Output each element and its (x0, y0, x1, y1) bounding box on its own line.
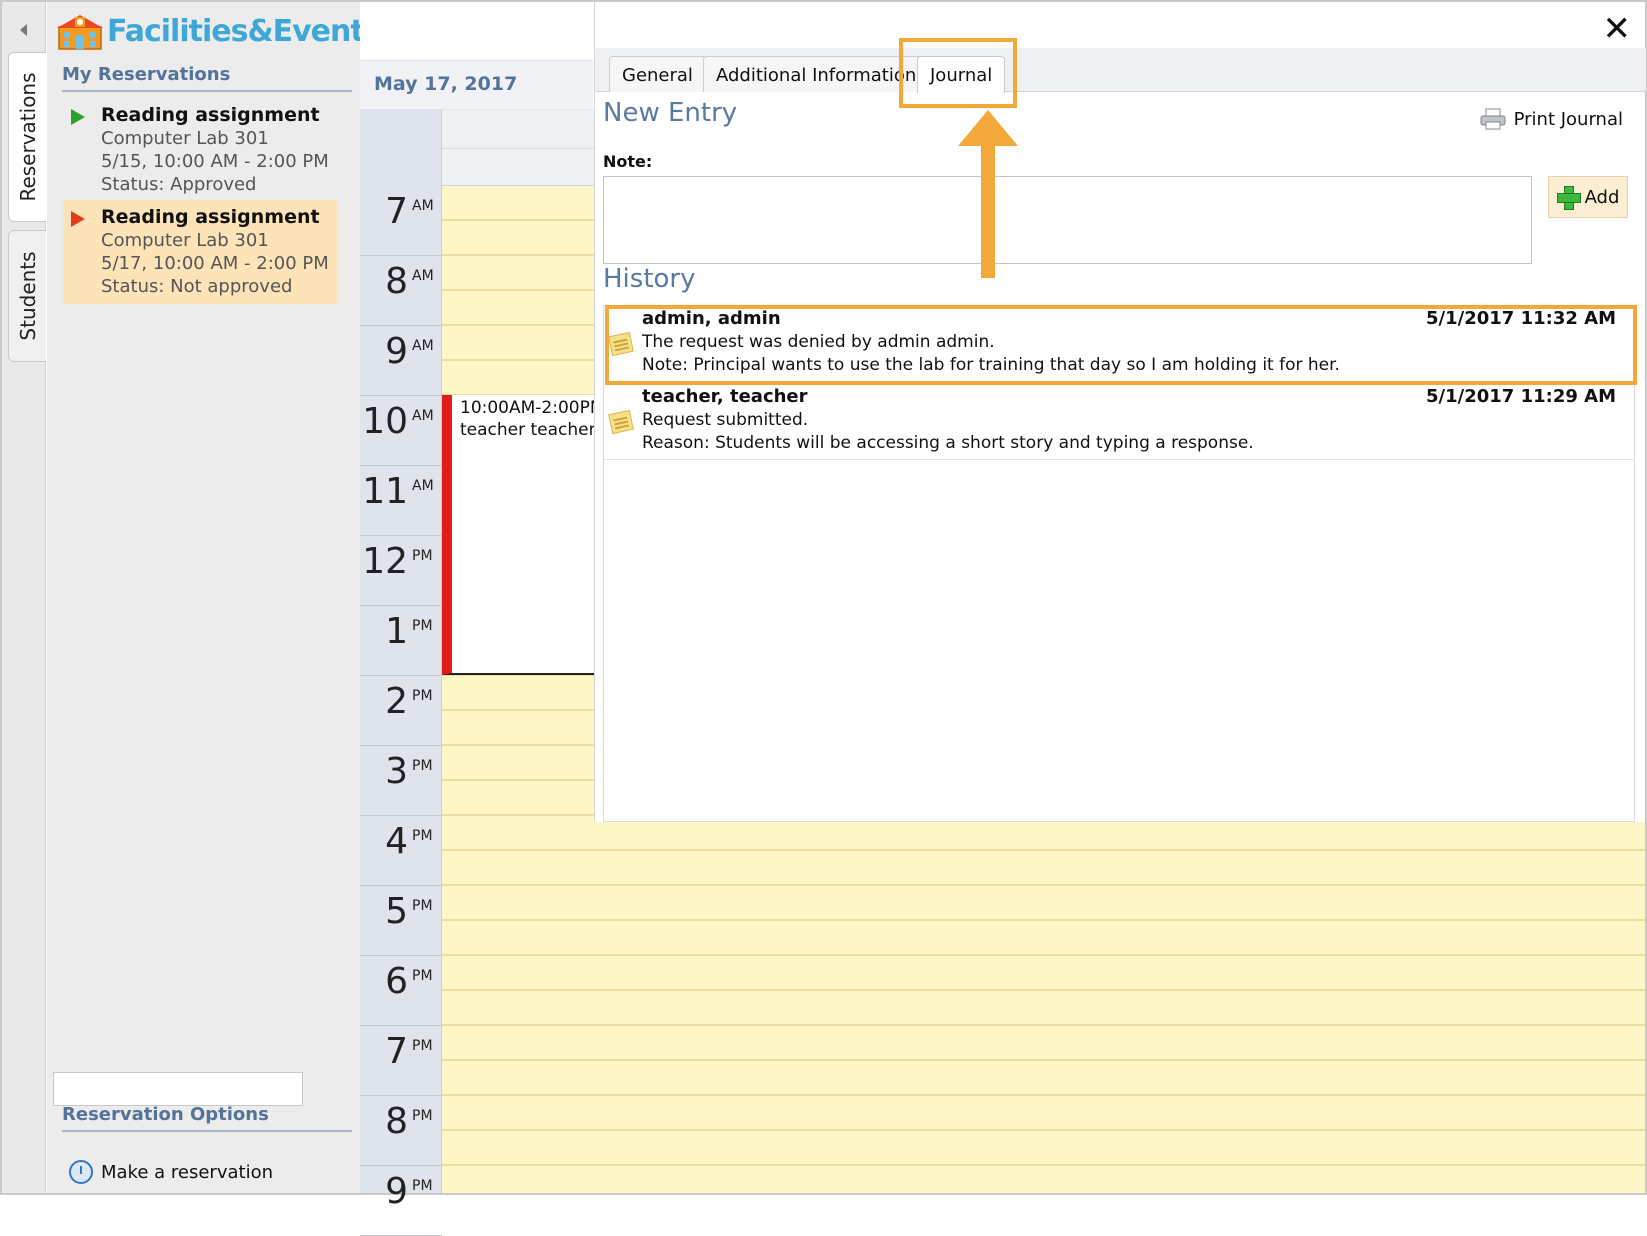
print-journal-label: Print Journal (1513, 108, 1623, 130)
journal-tab-highlight (899, 38, 1017, 108)
app-name: Facilities&Events (107, 13, 382, 49)
make-reservation-link[interactable]: Make a reservation (69, 1160, 273, 1184)
time-column: 7 AM 8 AM 9 AM 10 AM 11 AM 12 PM 1 PM 2 PM 3 PM 4… (360, 110, 442, 1236)
calendar-event[interactable]: 10:00AM-2:00PM teacher teacher (442, 395, 602, 675)
reservation-room: Computer Lab 301 (101, 230, 269, 251)
section-divider (62, 1130, 352, 1132)
tab-students-label: Students (15, 251, 40, 341)
print-journal-button[interactable]: Print Journal (1480, 108, 1623, 130)
hour-label: 9 AM (360, 326, 442, 396)
my-reservations-title: My Reservations (62, 64, 231, 85)
reservation-dialog: ✕ General Additional Information Journal… (594, 2, 1646, 822)
hour-label: 7 AM (360, 186, 442, 256)
event-time: 10:00AM-2:00PM (460, 398, 602, 418)
tab-general[interactable]: General (609, 56, 706, 92)
note-label: Note: (603, 152, 653, 171)
app-logo: Facilities&Events (57, 8, 382, 54)
hour-label: 8 AM (360, 256, 442, 326)
hour-label: 8 PM (360, 1096, 442, 1166)
history-entry: teacher, teacher 5/1/2017 11:29 AM Reque… (604, 384, 1634, 460)
reservation-options-title: Reservation Options (62, 1104, 269, 1125)
reservation-status: Status: Approved (101, 174, 257, 195)
tab-students[interactable]: Students (8, 230, 46, 362)
tab-reservations-label: Reservations (15, 72, 40, 202)
make-reservation-label: Make a reservation (101, 1161, 273, 1183)
filter-input[interactable] (53, 1072, 303, 1106)
plus-icon (1556, 186, 1581, 210)
reservation-item-selected[interactable]: Reading assignment Computer Lab 301 5/17… (63, 200, 337, 304)
reservation-item[interactable]: Reading assignment Computer Lab 301 5/15… (63, 98, 337, 202)
entry-author: teacher, teacher (642, 386, 808, 407)
entry-reason: Reason: Students will be accessing a sho… (642, 433, 1254, 453)
journal-note-icon (608, 409, 634, 435)
status-approved-icon (71, 109, 85, 125)
calendar-date: May 17, 2017 (374, 73, 518, 95)
reservation-room: Computer Lab 301 (101, 128, 269, 149)
hour-label: 9 PM (360, 1166, 442, 1236)
add-button[interactable]: Add (1548, 176, 1628, 218)
printer-icon (1480, 108, 1506, 130)
hour-label: 7 PM (360, 1026, 442, 1096)
status-not-approved-icon (71, 211, 85, 227)
hour-label: 2 PM (360, 676, 442, 746)
tab-additional-information[interactable]: Additional Information (703, 56, 930, 92)
entry-timestamp: 5/1/2017 11:29 AM (1426, 386, 1616, 407)
hour-label: 5 PM (360, 886, 442, 956)
history-entry-highlight (605, 305, 1637, 385)
callout-arrow-icon (958, 110, 1018, 278)
hour-label: 6 PM (360, 956, 442, 1026)
left-panel: Facilities&Events My Reservations Readin… (47, 2, 382, 1193)
hour-label: 1 PM (360, 606, 442, 676)
event-owner: teacher teacher (460, 420, 596, 440)
reservation-time: 5/17, 10:00 AM - 2:00 PM (101, 253, 329, 274)
reservation-title: Reading assignment (101, 206, 320, 228)
collapse-arrow-icon[interactable] (20, 24, 27, 36)
calendar-date-header: May 17, 2017 (360, 60, 593, 110)
new-entry-title: New Entry (603, 98, 738, 128)
dialog-tab-bar: General Additional Information Journal (595, 48, 1646, 93)
section-divider (62, 90, 352, 92)
school-building-icon (57, 15, 103, 50)
reservation-status: Status: Not approved (101, 276, 293, 297)
close-icon[interactable]: ✕ (1603, 12, 1632, 46)
note-textarea[interactable] (603, 176, 1532, 264)
reservation-title: Reading assignment (101, 104, 320, 126)
hour-label: 12 PM (360, 536, 442, 606)
add-label: Add (1584, 186, 1620, 208)
clock-icon (69, 1160, 93, 1184)
history-title: History (603, 264, 696, 294)
hour-label: 3 PM (360, 746, 442, 816)
hour-label: 4 PM (360, 816, 442, 886)
tab-reservations[interactable]: Reservations (8, 52, 46, 222)
entry-text: Request submitted. (642, 410, 809, 430)
hour-label: 10 AM (360, 396, 442, 466)
side-tab-strip: Reservations Students (2, 2, 46, 1193)
hour-label: 11 AM (360, 466, 442, 536)
reservation-time: 5/15, 10:00 AM - 2:00 PM (101, 151, 329, 172)
